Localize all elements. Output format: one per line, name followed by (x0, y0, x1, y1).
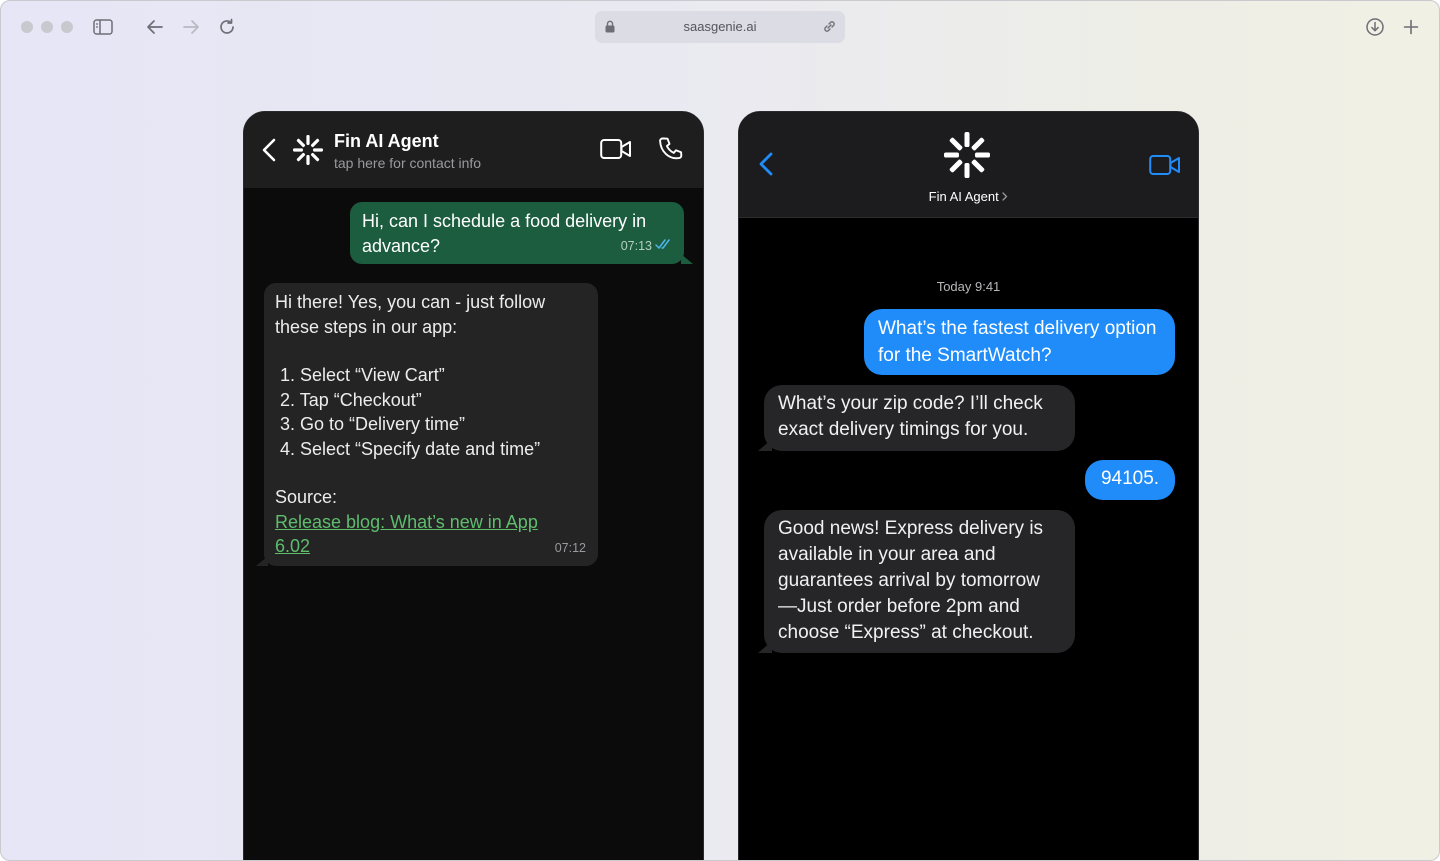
message-time: 07:13 (620, 238, 652, 253)
message-time: 07:12 (554, 540, 586, 555)
list-item: 3. Go to “Delivery time” (280, 414, 466, 434)
contact-name: Fin AI Agent (928, 189, 999, 204)
link-icon[interactable] (822, 19, 837, 39)
incoming-message[interactable]: Good news! Express delivery is available… (758, 510, 1075, 653)
message-text: What’s your zip code? I’ll check exact d… (778, 393, 1043, 440)
forward-arrow-icon[interactable] (179, 15, 203, 39)
window-controls (21, 21, 73, 33)
close-window-button[interactable] (21, 21, 33, 33)
bubble-tail (256, 556, 268, 566)
outgoing-message[interactable]: What’s the fastest delivery option for t… (864, 309, 1175, 375)
zoom-window-button[interactable] (61, 21, 73, 33)
contact-name: Fin AI Agent (334, 131, 439, 151)
bubble-tail (758, 439, 772, 451)
source-link[interactable]: Release blog: What’s new in App 6.02 (275, 510, 565, 559)
double-check-icon (655, 232, 672, 257)
bubble-tail (681, 254, 693, 264)
message-text: Hi, can I schedule a food delivery in ad… (362, 211, 647, 256)
chat-header[interactable]: Fin AI Agent tap here for contact info (244, 112, 703, 188)
incoming-message[interactable]: Hi there! Yes, you can - just follow the… (256, 283, 598, 566)
message-text: What’s the fastest delivery option for t… (878, 318, 1157, 366)
reload-icon[interactable] (215, 15, 239, 39)
fin-logo-icon (292, 134, 324, 171)
url-text: saasgenie.ai (683, 19, 757, 34)
fin-logo-svg (944, 132, 990, 178)
message-intro: Hi there! Yes, you can - just follow the… (275, 292, 546, 337)
whatsapp-phone: Fin AI Agent tap here for contact info H… (243, 111, 704, 860)
video-call-icon[interactable] (1149, 154, 1181, 181)
fin-logo-svg (293, 135, 323, 165)
outgoing-message[interactable]: 94105. (1085, 460, 1175, 500)
message-text: 94105. (1100, 468, 1160, 489)
browser-window: saasgenie.ai Fin AI Agent tap here for c… (0, 0, 1440, 861)
chevron-left-icon[interactable] (759, 152, 773, 181)
video-call-icon[interactable] (600, 138, 632, 165)
back-arrow-icon[interactable] (143, 15, 167, 39)
source-label: Source: (275, 487, 338, 507)
bubble-tail (758, 641, 772, 653)
list-item: 2. Tap “Checkout” (280, 389, 422, 410)
chat-header[interactable]: Fin AI Agent (739, 112, 1198, 218)
sidebar-icon[interactable] (91, 15, 115, 39)
chevron-left-icon[interactable] (262, 138, 276, 167)
date-label: Today 9:41 (936, 279, 1001, 294)
message-text: Good news! Express delivery is available… (778, 518, 1044, 643)
steps-list: 1. Select “View Cart” 2. Tap “Checkout” … (275, 363, 587, 461)
fin-logo-icon[interactable] (942, 130, 992, 185)
list-item: 1. Select “View Cart” (280, 365, 445, 385)
browser-toolbar: saasgenie.ai (1, 1, 1439, 53)
contact-subtitle: tap here for contact info (334, 155, 482, 171)
chevron-right-icon (1002, 189, 1008, 204)
imessage-phone: Fin AI Agent Today 9:41 What’s the faste… (738, 111, 1199, 860)
incoming-message[interactable]: What’s your zip code? I’ll check exact d… (758, 385, 1075, 451)
new-tab-icon[interactable] (1399, 15, 1423, 39)
contact-name-row[interactable]: Fin AI Agent (739, 189, 1198, 204)
minimize-window-button[interactable] (41, 21, 53, 33)
list-item: 4. Select “Specify date and time” (280, 438, 541, 459)
phone-call-icon[interactable] (658, 136, 684, 167)
download-icon[interactable] (1363, 15, 1387, 39)
outgoing-message[interactable]: Hi, can I schedule a food delivery in ad… (350, 202, 693, 264)
address-bar[interactable]: saasgenie.ai (595, 11, 845, 43)
